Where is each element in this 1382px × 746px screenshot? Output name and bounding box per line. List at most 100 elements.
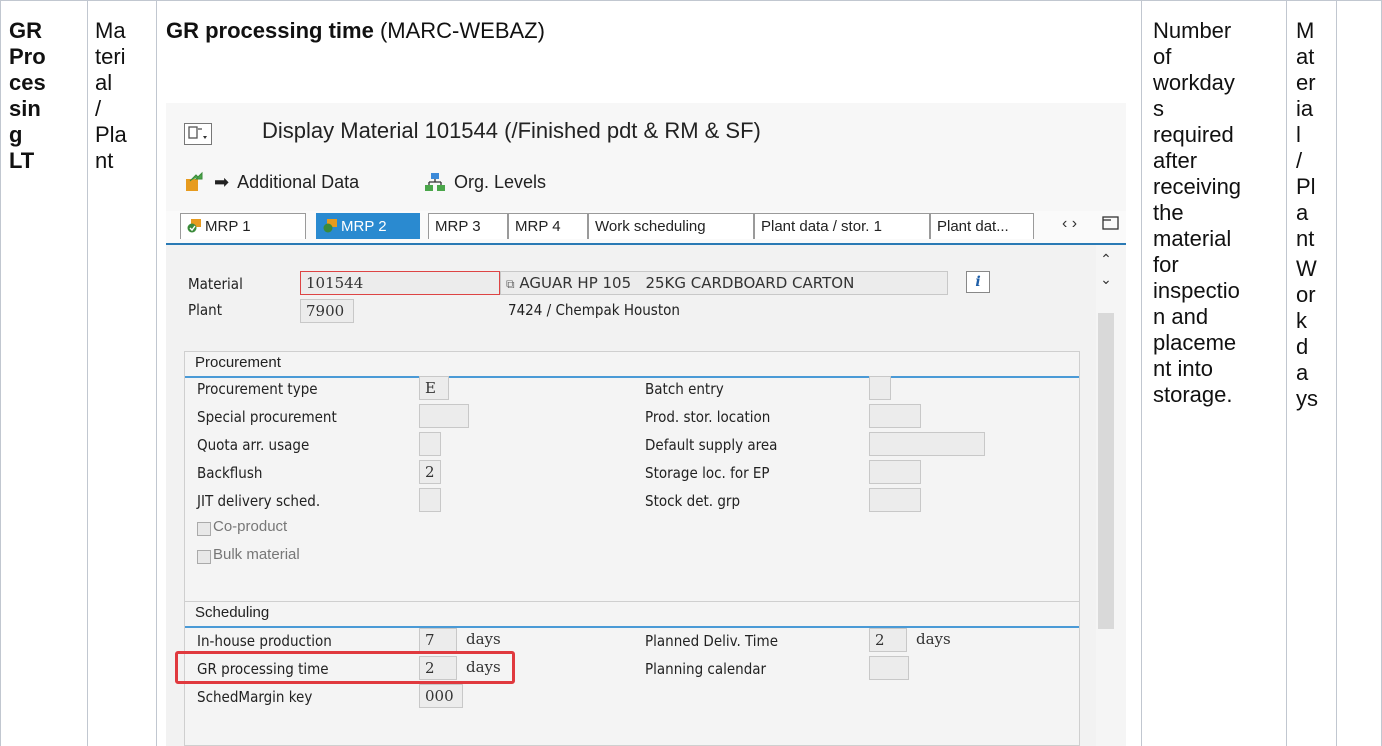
- prod-stor-location-label: Prod. stor. location: [645, 408, 771, 426]
- sap-tab-strip: MRP 1 MRP 2 MRP 3 MRP 4 Work scheduling …: [166, 211, 1126, 245]
- planning-calendar-input[interactable]: [869, 656, 909, 680]
- scrollbar-thumb[interactable]: [1098, 313, 1114, 629]
- tab-mrp-3[interactable]: MRP 3: [428, 213, 508, 239]
- org-structure-icon: [424, 171, 446, 193]
- planned-deliv-time-unit: days: [916, 630, 951, 648]
- name-line: g: [9, 122, 23, 147]
- status-check-icon: [187, 216, 201, 233]
- field-title-bold: GR processing time: [166, 18, 374, 43]
- co-product-checkbox[interactable]: [197, 522, 211, 536]
- material-input[interactable]: 101544: [300, 271, 500, 295]
- procurement-type-input[interactable]: E: [419, 376, 449, 400]
- stock-det-grp-input[interactable]: [869, 488, 921, 512]
- inhouse-production-label: In-house production: [197, 632, 332, 650]
- level-cell: Ma teri al / Pla nt: [87, 0, 156, 746]
- description-line: the: [1153, 200, 1184, 225]
- data-level-line: ys: [1296, 386, 1318, 411]
- tab-label: MRP 2: [341, 218, 387, 235]
- level-line: nt: [95, 148, 114, 173]
- material-label: Material: [188, 275, 243, 293]
- scroll-up-icon[interactable]: ⌃: [1098, 251, 1114, 268]
- data-level-line: or: [1296, 282, 1316, 307]
- tab-label: MRP 3: [435, 218, 481, 235]
- planned-deliv-time-label: Planned Deliv. Time: [645, 632, 778, 650]
- tab-mrp-4[interactable]: MRP 4: [508, 213, 588, 239]
- data-level-line: /: [1296, 148, 1303, 173]
- field-title-technical: (MARC-WEBAZ): [373, 18, 545, 43]
- procurement-header: Procurement: [185, 352, 1079, 378]
- tab-plant-data-stor-1[interactable]: Plant data / stor. 1: [754, 213, 930, 239]
- prod-stor-location-input[interactable]: [869, 404, 921, 428]
- batch-entry-label: Batch entry: [645, 380, 724, 398]
- sched-margin-key-label: SchedMargin key: [197, 688, 313, 706]
- arrow-right-icon: ➡: [214, 171, 230, 192]
- additional-data-button[interactable]: ➡ Additional Data: [184, 171, 359, 193]
- procurement-title: Procurement: [195, 354, 281, 371]
- planned-deliv-time-input[interactable]: 2: [869, 628, 907, 652]
- info-button-label: i: [975, 274, 981, 290]
- default-supply-area-input[interactable]: [869, 432, 985, 456]
- material-description-field: ⧉ AGUAR HP 105 25KG CARDBOARD CARTON: [500, 271, 948, 295]
- name-line: GR: [9, 18, 42, 43]
- material-description: AGUAR HP 105 25KG CARDBOARD CARTON: [519, 274, 855, 292]
- storage-loc-ep-input[interactable]: [869, 460, 921, 484]
- storage-loc-ep-label: Storage loc. for EP: [645, 464, 770, 482]
- data-level-line: at: [1296, 44, 1315, 69]
- description-line: workday: [1153, 70, 1235, 95]
- data-level-line: M: [1296, 18, 1315, 43]
- backflush-input[interactable]: 2: [419, 460, 441, 484]
- bulk-material-checkbox[interactable]: [197, 550, 211, 564]
- description-cell: Number of workday s required after recei…: [1141, 0, 1286, 746]
- scheduling-header: Scheduling: [185, 602, 1079, 628]
- special-procurement-label: Special procurement: [197, 408, 337, 426]
- org-levels-button[interactable]: Org. Levels: [424, 171, 546, 193]
- description-line: required: [1153, 122, 1234, 147]
- level-line: Ma: [95, 18, 126, 43]
- field-title: GR processing time (MARC-WEBAZ): [166, 18, 1141, 44]
- quota-usage-input[interactable]: [419, 432, 441, 456]
- tab-list-icon[interactable]: [1102, 215, 1120, 236]
- description-line: of: [1153, 44, 1172, 69]
- plant-input[interactable]: 7900: [300, 299, 354, 323]
- description-line: for: [1153, 252, 1179, 277]
- sched-margin-key-input[interactable]: 000: [419, 684, 463, 708]
- description-line: Number: [1153, 18, 1232, 43]
- default-supply-area-label: Default supply area: [645, 436, 778, 454]
- jit-delivery-label: JIT delivery sched.: [197, 492, 321, 510]
- column-divider: [1336, 0, 1337, 746]
- data-level-line: nt: [1296, 226, 1315, 251]
- level-line: Pla: [95, 122, 127, 147]
- tab-mrp-1[interactable]: MRP 1: [180, 213, 306, 239]
- scroll-down-icon[interactable]: ⌄: [1098, 271, 1114, 288]
- description-line: n and: [1153, 304, 1209, 329]
- tab-scroll-arrows-label: ‹ ›: [1062, 215, 1078, 232]
- sap-material-screen: Display Material 101544 (/Finished pdt &…: [166, 103, 1126, 746]
- plant-label: Plant: [188, 301, 222, 319]
- org-levels-label: Org. Levels: [454, 171, 547, 192]
- jit-delivery-input[interactable]: [419, 488, 441, 512]
- sap-toolbar: ➡ Additional Data Org. Levels: [166, 161, 1126, 211]
- data-level-line: W: [1296, 256, 1317, 281]
- gr-processing-time-highlight: [175, 651, 515, 684]
- info-icon[interactable]: i: [966, 271, 990, 293]
- tab-scroll-arrows[interactable]: ‹ ›: [1062, 215, 1077, 233]
- description-line: inspectio: [1153, 278, 1240, 303]
- data-level-line: d: [1296, 334, 1309, 359]
- level-line: al: [95, 70, 113, 95]
- data-level-line: k: [1296, 308, 1307, 333]
- batch-entry-input[interactable]: [869, 376, 891, 400]
- backflush-label: Backflush: [197, 464, 263, 482]
- tab-label: Plant data / stor. 1: [761, 218, 882, 235]
- tab-label: Work scheduling: [595, 218, 706, 235]
- planning-calendar-label: Planning calendar: [645, 660, 767, 678]
- tab-mrp-2[interactable]: MRP 2: [316, 213, 420, 239]
- menu-icon[interactable]: [184, 123, 212, 145]
- level-line: /: [95, 96, 102, 121]
- tab-plant-data-truncated[interactable]: Plant dat...: [930, 213, 1034, 239]
- tab-work-scheduling[interactable]: Work scheduling: [588, 213, 754, 239]
- special-procurement-input[interactable]: [419, 404, 469, 428]
- inhouse-production-input[interactable]: 7: [419, 628, 457, 652]
- sap-title-bar: Display Material 101544 (/Finished pdt &…: [166, 103, 1126, 161]
- name-line: ces: [9, 70, 46, 95]
- data-level-line: er: [1296, 70, 1316, 95]
